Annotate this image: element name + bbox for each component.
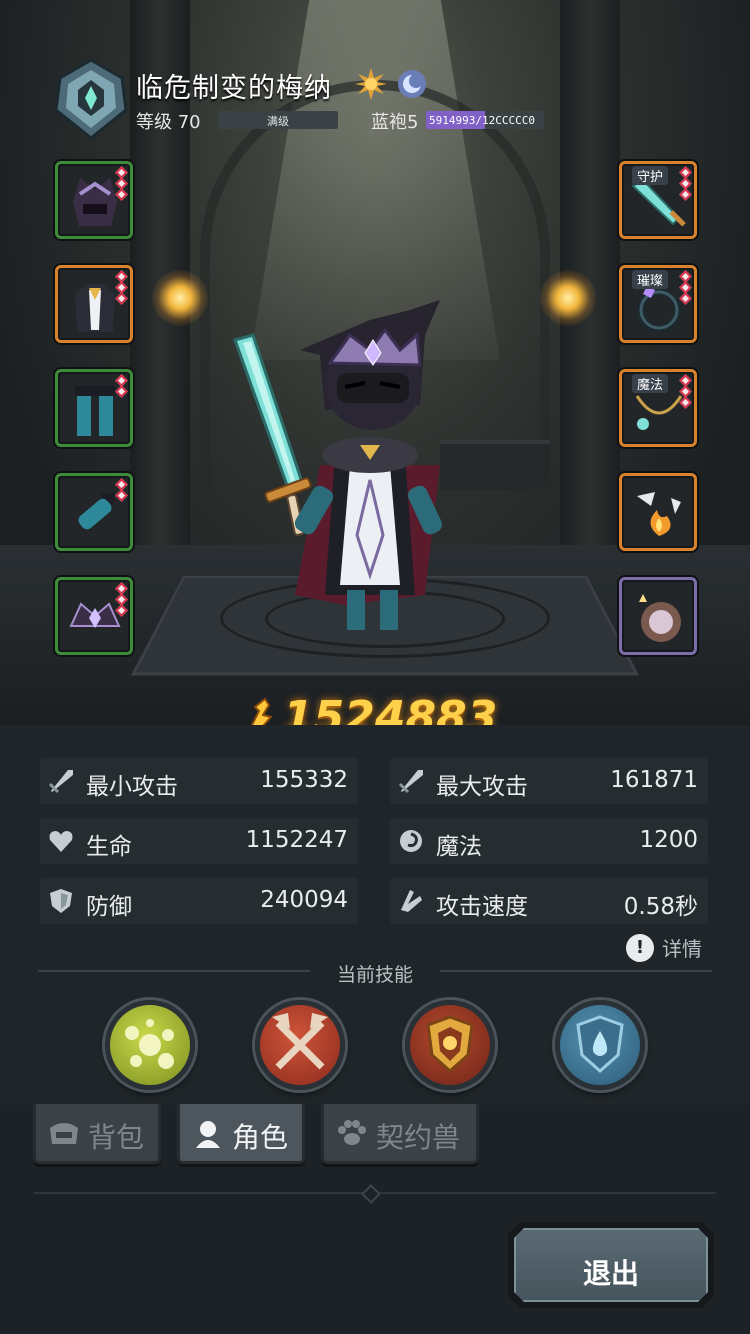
equip-slot-pants[interactable]: [55, 369, 133, 447]
sword-attack-icon: [48, 770, 73, 794]
xp-progress-bar: 5914993/12CCCCC0: [426, 111, 544, 129]
skill-water-shield[interactable]: [555, 1000, 645, 1090]
rarity-pips: [115, 478, 128, 502]
detail-button[interactable]: ! 详情: [626, 933, 702, 962]
stat-value: 161871: [610, 767, 698, 793]
rank-label: 蓝袍5: [371, 112, 419, 133]
paw-icon: [338, 1120, 366, 1145]
backpack-icon: [50, 1123, 78, 1144]
skill-crossed-axes[interactable]: [255, 1000, 345, 1090]
stat-value: 1152247: [245, 827, 348, 853]
hero-name: 临危制变的梅纳: [136, 73, 332, 104]
stat-magic: 魔法 1200: [390, 818, 708, 864]
wall-lamp-right: [540, 270, 596, 326]
wall-lamp-left: [152, 270, 208, 326]
stat-attack-speed: 攻击速度 0.58秒: [390, 878, 708, 924]
speed-wing-icon: [401, 890, 422, 912]
pet-charm-icon: [639, 594, 681, 642]
level-bar-text: 满级: [267, 115, 289, 128]
equip-slot-gloves[interactable]: [55, 473, 133, 551]
skill-bubbles[interactable]: [105, 1000, 195, 1090]
tab-label: 角色: [232, 1121, 289, 1154]
skills-title: 当前技能: [336, 964, 413, 986]
rarity-pips: [115, 166, 128, 201]
equip-slot-fire-gem[interactable]: [619, 473, 697, 551]
rank-emblem-icon[interactable]: [52, 58, 130, 140]
stat-min-attack: 最小攻击 155332: [40, 758, 358, 804]
detail-label: 详情: [662, 937, 702, 961]
hero-sprite[interactable]: [225, 295, 495, 640]
equip-slot-pet-charm[interactable]: [619, 577, 697, 655]
stat-label: 攻击速度: [436, 894, 528, 920]
xp-text: 5914993/12CCCCC0: [429, 114, 535, 127]
equip-slot-armor[interactable]: [55, 265, 133, 343]
equip-slot-crown[interactable]: [55, 577, 133, 655]
equip-slot-necklace[interactable]: 魔法: [619, 369, 697, 447]
stat-label: 魔法: [436, 834, 482, 860]
tab-backpack[interactable]: 背包: [33, 1104, 161, 1164]
golden-crest-icon: [426, 1015, 474, 1074]
slot-tag: 璀璨: [632, 270, 669, 289]
stat-value: 155332: [260, 767, 348, 793]
crossed-axes-icon: [272, 1013, 328, 1070]
tab-label: 契约兽: [376, 1121, 461, 1154]
heart-icon: [49, 831, 73, 852]
level-label: 等级 70: [136, 112, 201, 133]
shield-icon: [50, 889, 72, 913]
sword-attack-icon: [398, 770, 423, 794]
rarity-pips: [679, 166, 692, 201]
rarity-pips: [679, 270, 692, 305]
stat-value: 0.58秒: [623, 894, 698, 920]
stat-defense: 防御 240094: [40, 878, 358, 924]
exit-button[interactable]: 退出: [508, 1222, 714, 1308]
water-drop-shield-icon: [576, 1015, 624, 1074]
rarity-pips: [115, 374, 128, 398]
stat-label: 最大攻击: [436, 774, 528, 800]
rarity-pips: [115, 582, 128, 617]
stat-label: 生命: [86, 834, 132, 860]
equip-slot-ring[interactable]: 璀璨: [619, 265, 697, 343]
rarity-pips: [115, 270, 128, 305]
level-progress-bar: 满级: [218, 111, 338, 129]
exit-label: 退出: [582, 1257, 639, 1290]
stat-label: 最小攻击: [86, 774, 178, 800]
tab-label: 背包: [88, 1121, 145, 1154]
moon-badge-icon[interactable]: [396, 68, 428, 100]
stat-value: 1200: [639, 827, 698, 853]
skill-golden-crest[interactable]: [405, 1000, 495, 1090]
bubbles-icon: [125, 1019, 174, 1069]
stat-label: 防御: [86, 894, 132, 920]
character-icon: [196, 1121, 220, 1148]
stat-value: 240094: [260, 887, 348, 913]
equip-slot-helmet[interactable]: [55, 161, 133, 239]
stat-hp: 生命 1152247: [40, 818, 358, 864]
tab-contract-beast[interactable]: 契约兽: [321, 1104, 479, 1164]
magic-swirl-icon: [400, 830, 422, 852]
slot-tag: 守护: [632, 166, 669, 185]
info-icon: !: [626, 933, 654, 962]
sun-badge-icon[interactable]: [355, 68, 387, 100]
equip-slot-sword[interactable]: 守护: [619, 161, 697, 239]
stat-max-attack: 最大攻击 161871: [390, 758, 708, 804]
tab-character[interactable]: 角色: [177, 1104, 305, 1164]
fire-gem-icon: [637, 492, 681, 536]
rarity-pips: [679, 374, 692, 409]
slot-tag: 魔法: [632, 374, 669, 393]
exit-button-face: 退出: [514, 1228, 708, 1302]
